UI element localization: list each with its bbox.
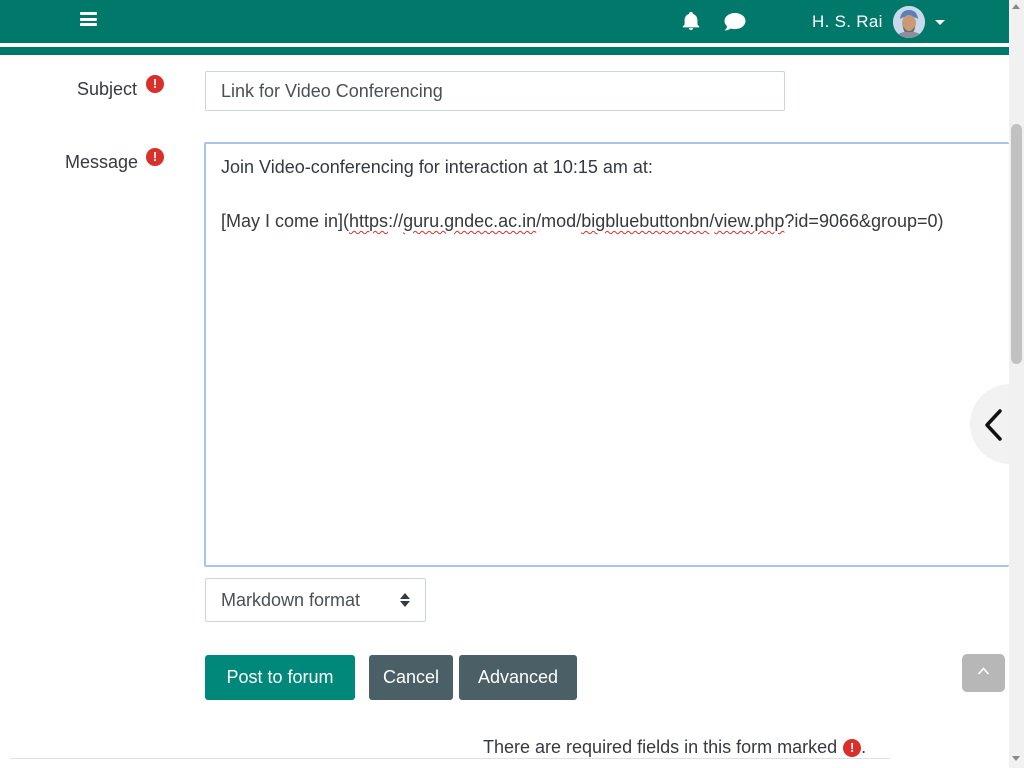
user-avatar[interactable]	[892, 6, 925, 38]
message-label: Message	[65, 152, 139, 172]
user-menu[interactable]: H. S. Rai	[812, 6, 945, 38]
user-name[interactable]: H. S. Rai	[812, 12, 883, 32]
post-to-forum-button[interactable]: Post to forum	[205, 655, 355, 700]
chevron-left-icon	[985, 409, 1002, 441]
format-select-value: Markdown format	[221, 589, 361, 610]
required-exclamation-icon: !	[843, 738, 862, 757]
scroll-thumb[interactable]	[1011, 124, 1022, 364]
required-fields-note: There are required fields in this form m…	[483, 737, 866, 758]
advanced-button[interactable]: Advanced	[459, 655, 577, 700]
required-note-suffix: .	[861, 737, 867, 757]
chat-bubble-icon[interactable]	[723, 11, 747, 33]
back-to-top-button[interactable]	[962, 654, 1005, 692]
subject-label: Subject	[77, 79, 138, 99]
message-line-1: Join Video-conferencing for interaction …	[221, 157, 653, 177]
footer-divider	[10, 758, 890, 759]
caret-down-icon[interactable]	[934, 19, 945, 25]
required-note-text: There are required fields in this form m…	[483, 737, 838, 757]
select-arrows-icon	[400, 593, 410, 607]
message-line-3: [May I come in](https://guru.gndec.ac.in…	[221, 211, 944, 231]
bell-icon[interactable]	[680, 10, 702, 32]
top-navbar: H. S. Rai	[0, 0, 1009, 43]
scroll-down-arrow-icon[interactable]	[1012, 756, 1020, 761]
navbar-divider	[0, 45, 1009, 47]
required-exclamation-icon: !	[146, 75, 164, 93]
subject-input[interactable]	[205, 71, 785, 111]
required-exclamation-icon: !	[146, 148, 164, 166]
cancel-button[interactable]: Cancel	[369, 655, 453, 700]
hamburger-menu-icon[interactable]	[80, 12, 97, 26]
format-select[interactable]: Markdown format	[205, 578, 426, 622]
message-line-2	[221, 181, 994, 208]
chevron-up-icon	[977, 667, 990, 675]
message-textarea[interactable]: Join Video-conferencing for interaction …	[204, 142, 1009, 567]
scroll-up-arrow-icon[interactable]	[1012, 4, 1020, 9]
page-scrollbar[interactable]	[1009, 0, 1024, 768]
